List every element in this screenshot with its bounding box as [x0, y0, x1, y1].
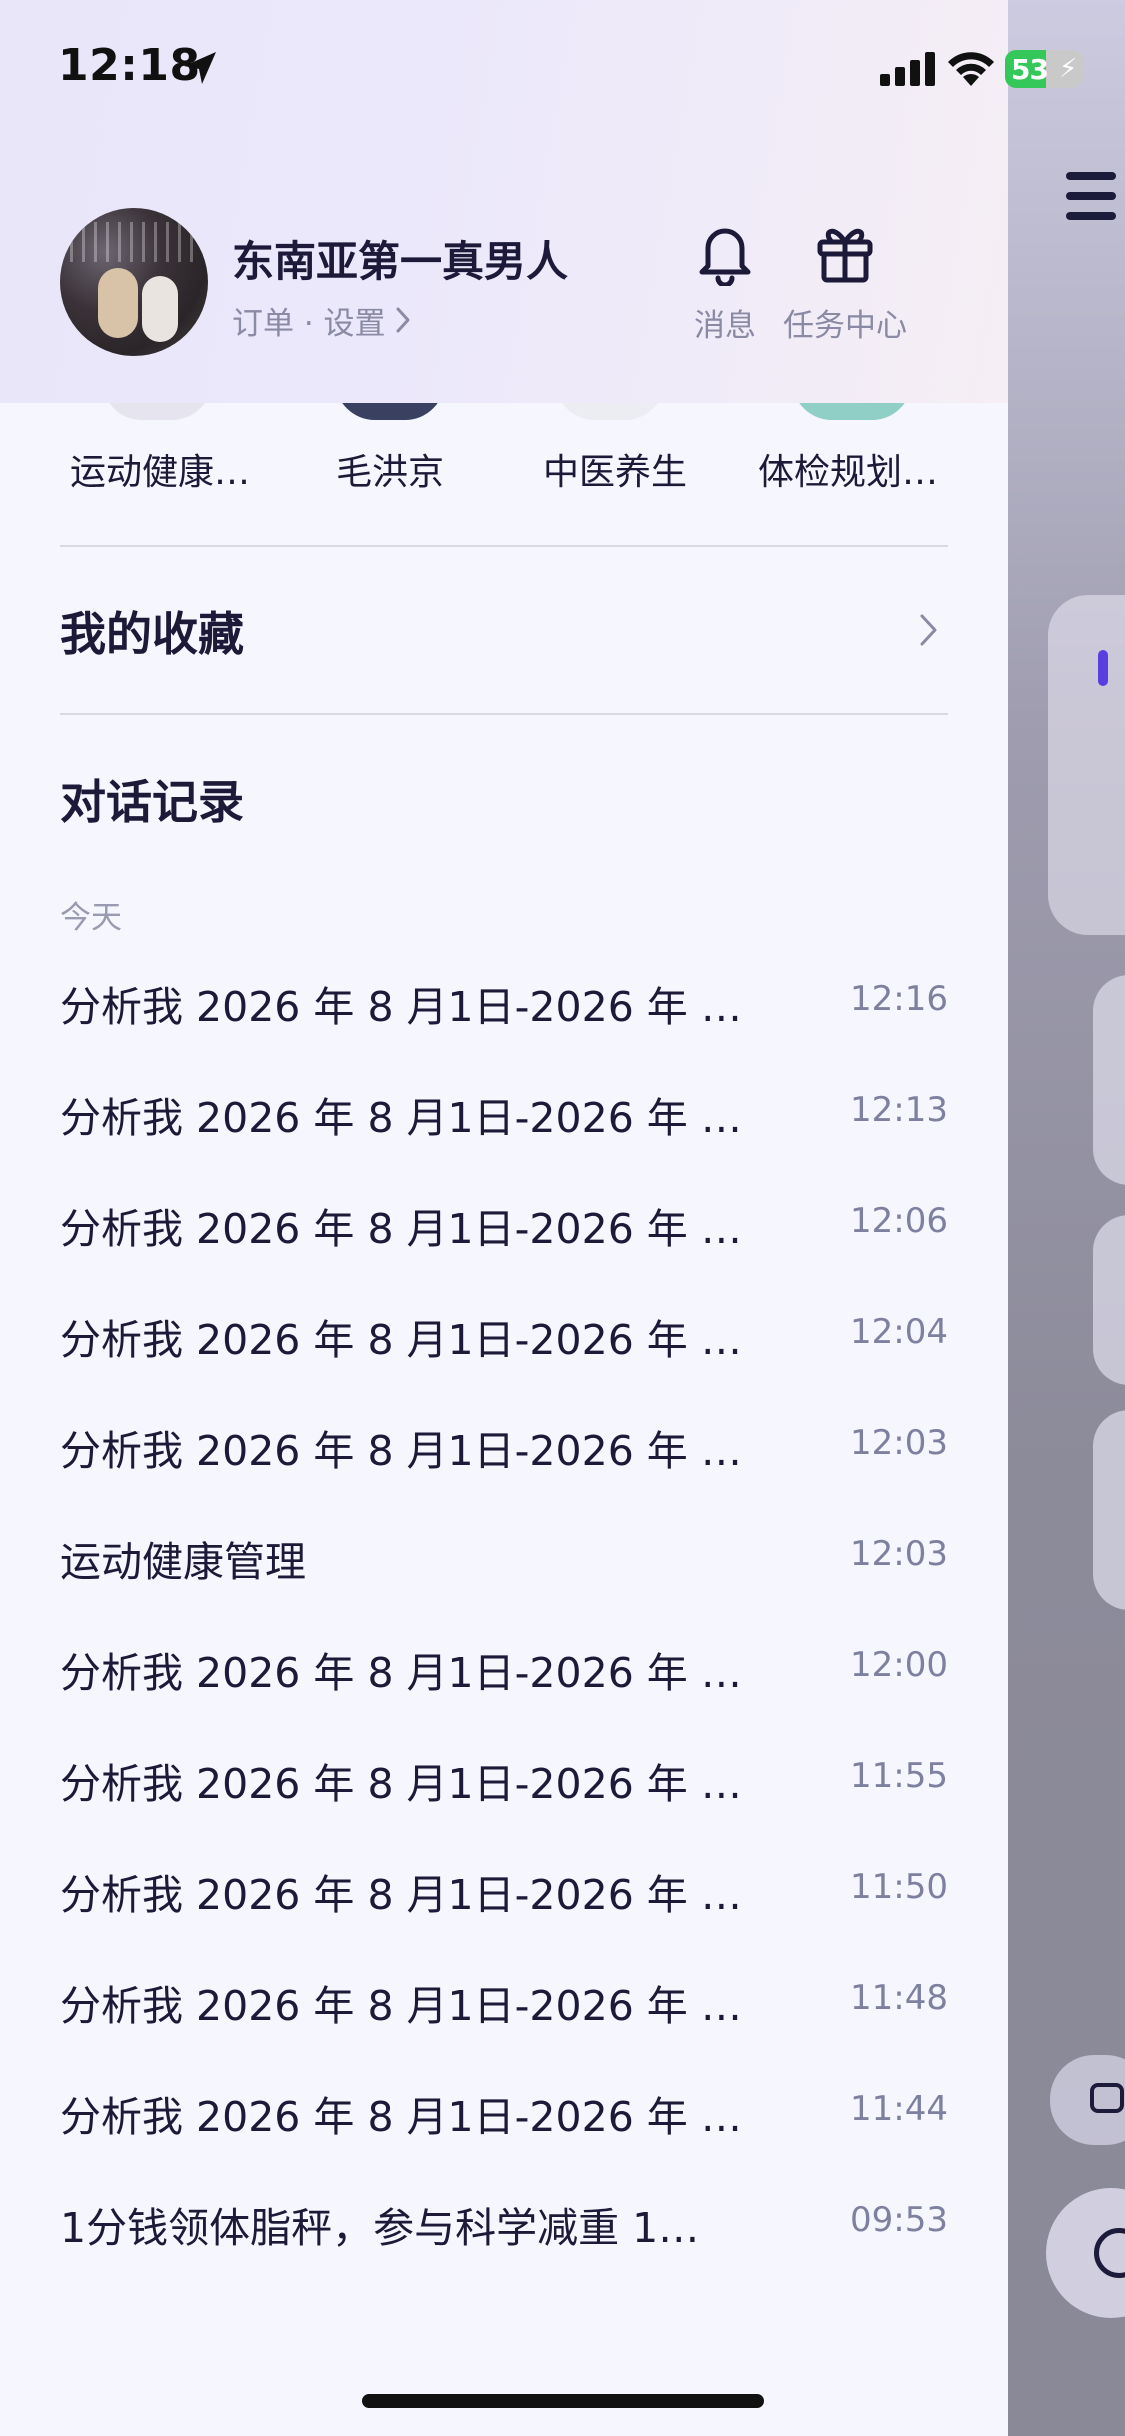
category-row: 运动健康… 毛洪京 中医养生 体检规划… [0, 403, 1008, 513]
battery-level: 53 [1011, 53, 1049, 86]
conversation-title: 分析我 2026 年 8 月1日-2026 年 … [60, 1427, 742, 1475]
voice-button[interactable] [1046, 2188, 1125, 2318]
conversation-time: 12:03 [850, 1534, 948, 1574]
conversation-item[interactable]: 分析我 2026 年 8 月1日-2026 年 … 11:44 [60, 2065, 948, 2155]
wifi-icon [948, 52, 994, 86]
background-tile[interactable] [1093, 1215, 1125, 1385]
chevron-right-icon[interactable] [918, 612, 940, 648]
category-item[interactable]: 体检规划… [748, 443, 948, 495]
background-tile[interactable] [1093, 1410, 1125, 1610]
divider [60, 713, 948, 715]
task-center-button[interactable]: 任务中心 [770, 220, 920, 345]
conversation-title: 分析我 2026 年 8 月1日-2026 年 … [60, 1094, 742, 1142]
history-group-label: 今天 [60, 900, 122, 936]
conversation-title: 分析我 2026 年 8 月1日-2026 年 … [60, 1205, 742, 1253]
category-item[interactable]: 毛洪京 [290, 443, 490, 495]
gift-icon [817, 228, 873, 283]
battery-indicator: 53 ⚡ [1005, 50, 1083, 88]
divider [60, 545, 948, 547]
history-title: 对话记录 [60, 775, 244, 829]
avatar-lights [70, 222, 198, 262]
background-card[interactable]: 2 份 [1048, 595, 1125, 935]
conversation-time: 11:55 [850, 1756, 948, 1796]
avatar-figure [98, 268, 138, 338]
conversation-title: 运动健康管理 [60, 1538, 306, 1586]
conversation-time: 11:48 [850, 1978, 948, 2018]
conversation-title: 分析我 2026 年 8 月1日-2026 年 … [60, 1316, 742, 1364]
conversation-title: 分析我 2026 年 8 月1日-2026 年 … [60, 1871, 742, 1919]
category-item[interactable]: 运动健康… [60, 443, 260, 495]
conversation-item[interactable]: 分析我 2026 年 8 月1日-2026 年 … 11:48 [60, 1954, 948, 2044]
conversation-item[interactable]: 分析我 2026 年 8 月1日-2026 年 … 11:55 [60, 1732, 948, 1822]
chat-bubble-button[interactable] [1050, 2055, 1125, 2145]
conversation-time: 12:00 [850, 1645, 948, 1685]
side-drawer: 东南亚第一真男人 订单 · 设置 消息 任务中心 运动健康… 毛洪京 中医养生 … [0, 0, 1008, 2436]
conversation-title: 1分钱领体脂秤，参与科学减重 1… [60, 2204, 700, 2252]
menu-icon[interactable] [1066, 172, 1116, 232]
avatar[interactable] [60, 208, 208, 356]
conversation-item[interactable]: 分析我 2026 年 8 月1日-2026 年 … 11:50 [60, 1843, 948, 1933]
conversation-item[interactable]: 1分钱领体脂秤，参与科学减重 1… 09:53 [60, 2176, 948, 2266]
conversation-title: 分析我 2026 年 8 月1日-2026 年 … [60, 2093, 742, 2141]
conversation-item[interactable]: 分析我 2026 年 8 月1日-2026 年 … 12:03 [60, 1399, 948, 1489]
chat-icon [1090, 2083, 1124, 2113]
charging-icon: ⚡ [1059, 54, 1078, 84]
location-arrow-icon [184, 52, 216, 84]
conversation-item[interactable]: 分析我 2026 年 8 月1日-2026 年 … 12:06 [60, 1177, 948, 1267]
task-center-label: 任务中心 [783, 308, 907, 344]
conversation-time: 12:04 [850, 1312, 948, 1352]
conversation-time: 09:53 [850, 2200, 948, 2240]
orders-settings-link[interactable]: 订单 · 设置 [232, 298, 412, 343]
conversation-time: 12:16 [850, 979, 948, 1019]
username[interactable]: 东南亚第一真男人 [232, 228, 568, 289]
status-bar: 12:18 53 ⚡ [0, 0, 1125, 130]
conversation-title: 分析我 2026 年 8 月1日-2026 年 … [60, 1982, 742, 2030]
conversation-item[interactable]: 分析我 2026 年 8 月1日-2026 年 … 12:04 [60, 1288, 948, 1378]
conversation-time: 12:06 [850, 1201, 948, 1241]
category-item[interactable]: 中医养生 [515, 443, 715, 495]
orders-settings-label: 订单 · 设置 [232, 306, 386, 342]
conversation-time: 11:50 [850, 1867, 948, 1907]
conversation-title: 分析我 2026 年 8 月1日-2026 年 … [60, 1649, 742, 1697]
conversation-time: 12:03 [850, 1423, 948, 1463]
conversation-time: 11:44 [850, 2089, 948, 2129]
accent-bar [1098, 650, 1108, 686]
chevron-right-icon [396, 307, 410, 333]
bell-icon [699, 228, 751, 286]
background-tile[interactable] [1093, 975, 1125, 1185]
cellular-signal-icon [880, 52, 935, 86]
conversation-title: 分析我 2026 年 8 月1日-2026 年 … [60, 983, 742, 1031]
home-indicator[interactable] [362, 2394, 764, 2408]
avatar-figure [142, 276, 178, 342]
conversation-item[interactable]: 分析我 2026 年 8 月1日-2026 年 … 12:13 [60, 1066, 948, 1156]
favorites-link[interactable]: 我的收藏 [60, 598, 244, 664]
conversation-item[interactable]: 分析我 2026 年 8 月1日-2026 年 … 12:00 [60, 1621, 948, 1711]
conversation-item[interactable]: 分析我 2026 年 8 月1日-2026 年 … 12:16 [60, 955, 948, 1045]
conversation-time: 12:13 [850, 1090, 948, 1130]
background-app: 2 份 [1008, 0, 1125, 2436]
conversation-title: 分析我 2026 年 8 月1日-2026 年 … [60, 1760, 742, 1808]
conversation-item[interactable]: 运动健康管理 12:03 [60, 1510, 948, 1600]
voice-icon [1094, 2228, 1125, 2278]
